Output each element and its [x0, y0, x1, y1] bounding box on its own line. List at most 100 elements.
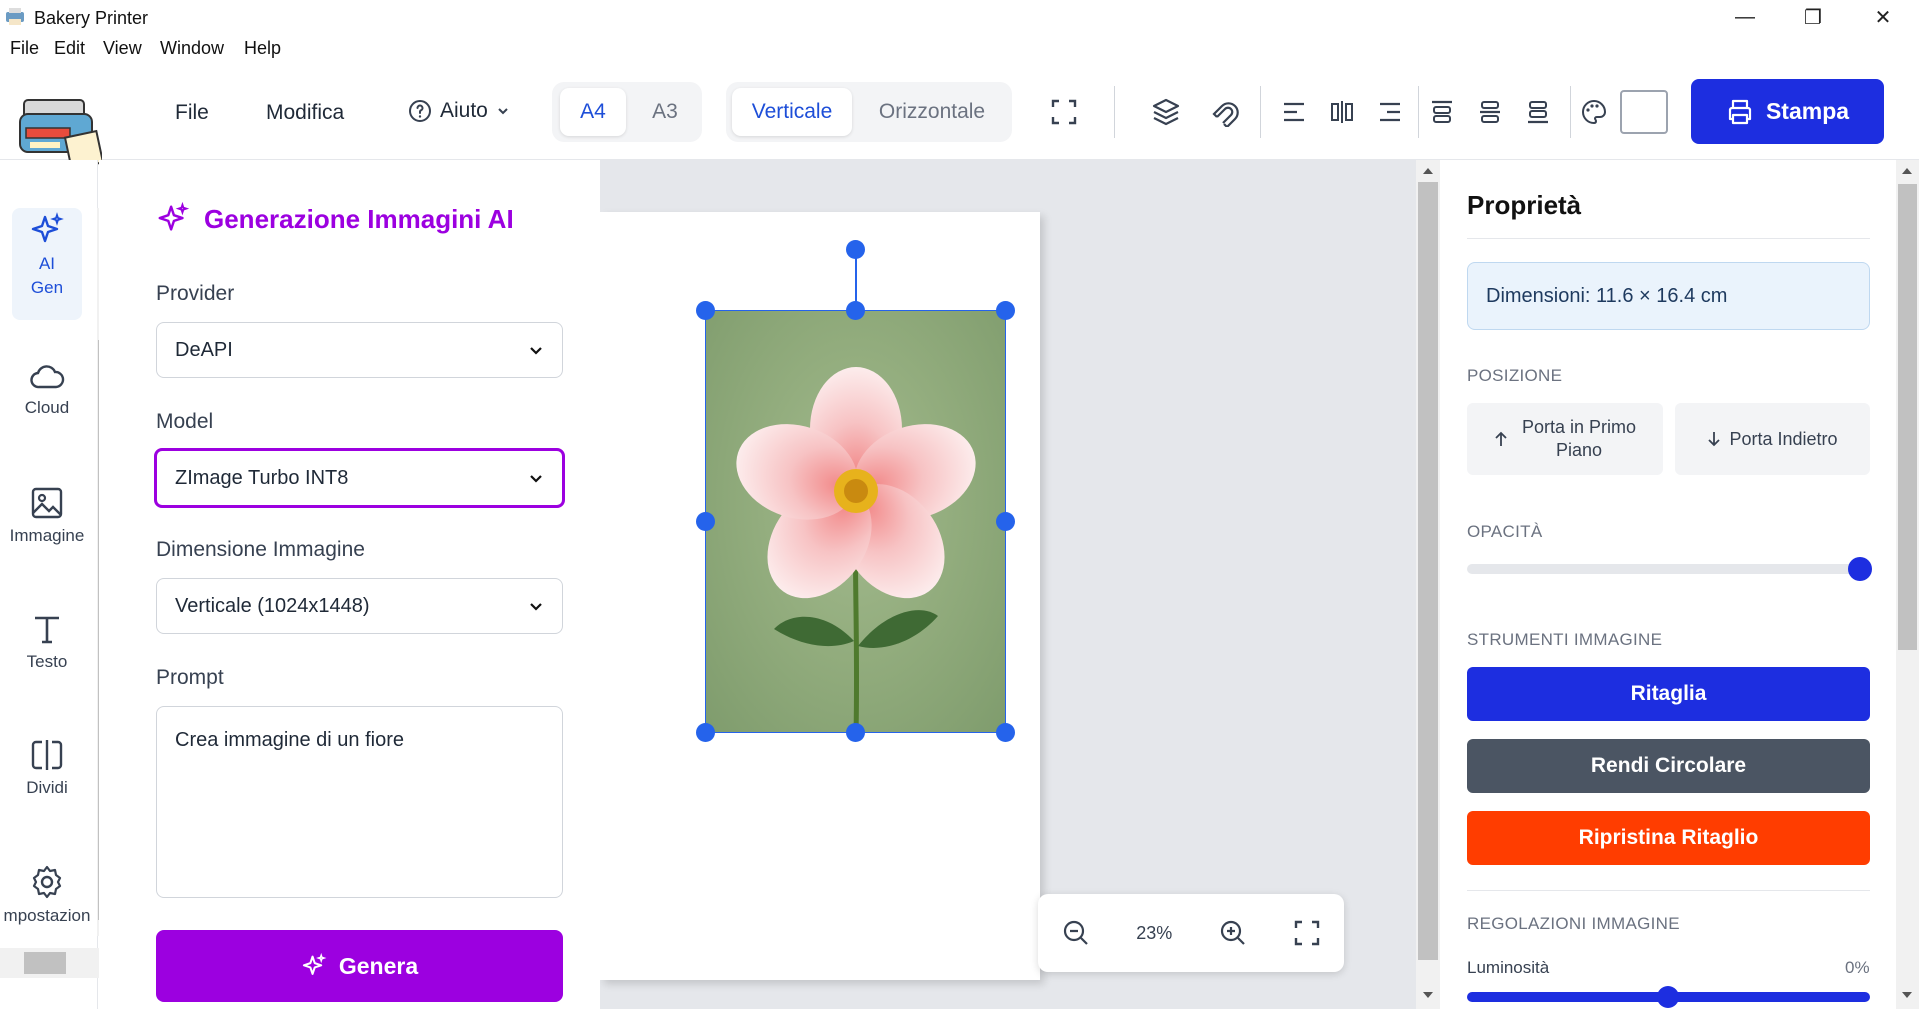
- align-left-icon[interactable]: [1274, 92, 1314, 132]
- fullscreen-icon[interactable]: [1293, 919, 1321, 947]
- flower-illustration: [736, 367, 976, 732]
- rotate-handle[interactable]: [846, 240, 865, 259]
- provider-select[interactable]: DeAPI: [156, 322, 563, 378]
- nav-hscrollbar-thumb[interactable]: [24, 952, 66, 974]
- image-icon: [31, 487, 63, 519]
- menu-window[interactable]: Window: [160, 38, 224, 59]
- properties-scrollbar-thumb[interactable]: [1898, 184, 1917, 650]
- sparkles-icon: [158, 202, 190, 231]
- brightness-slider-thumb[interactable]: [1657, 986, 1679, 1008]
- nav-image[interactable]: Immagine: [0, 486, 94, 546]
- provider-value: DeAPI: [175, 338, 233, 361]
- close-button[interactable]: ✕: [1848, 0, 1918, 34]
- text-icon: [35, 616, 59, 644]
- align-bottom-icon[interactable]: [1518, 92, 1558, 132]
- left-sidebar: AI Gen Cloud Immagine Testo Dividi mpost…: [0, 160, 118, 1009]
- paper-size-toggle: A4 A3: [552, 82, 702, 142]
- split-icon: [31, 740, 63, 770]
- minimize-button[interactable]: —: [1710, 0, 1780, 34]
- layers-icon[interactable]: [1146, 92, 1186, 132]
- palette-icon[interactable]: [1574, 92, 1614, 132]
- toolbar-divider: [1418, 86, 1419, 138]
- nav-cloud[interactable]: Cloud: [0, 362, 94, 418]
- toolbar-divider: [1260, 86, 1261, 138]
- align-top-icon[interactable]: [1422, 92, 1462, 132]
- align-right-icon[interactable]: [1370, 92, 1410, 132]
- scroll-down-arrow-icon[interactable]: [1901, 990, 1913, 1000]
- scroll-down-arrow-icon[interactable]: [1422, 990, 1434, 1000]
- menu-file[interactable]: File: [10, 38, 39, 59]
- align-center-icon[interactable]: [1322, 92, 1362, 132]
- crop-button[interactable]: Ritaglia: [1467, 667, 1870, 721]
- divider: [1467, 890, 1870, 891]
- resize-handle-s[interactable]: [846, 723, 865, 742]
- resize-handle-sw[interactable]: [696, 723, 715, 742]
- paper-a4-button[interactable]: A4: [560, 88, 626, 136]
- properties-panel: Proprietà Dimensioni: 11.6 × 16.4 cm POS…: [1441, 160, 1896, 1009]
- resize-handle-e[interactable]: [996, 512, 1015, 531]
- chevron-down-icon: [530, 475, 542, 483]
- nav-text[interactable]: Testo: [0, 612, 94, 672]
- resize-handle-se[interactable]: [996, 723, 1015, 742]
- zoom-out-icon[interactable]: [1061, 918, 1091, 948]
- align-middle-icon[interactable]: [1470, 92, 1510, 132]
- prompt-textarea[interactable]: Crea immagine di un fiore: [156, 706, 563, 898]
- ai-generation-panel: Generazione Immagini AI Provider DeAPI M…: [99, 160, 600, 1009]
- provider-label: Provider: [156, 282, 235, 305]
- bring-front-button[interactable]: Porta in Primo Piano: [1467, 403, 1663, 475]
- toolbar-modifica[interactable]: Modifica: [266, 101, 344, 125]
- nav-ai-gen[interactable]: AI Gen: [0, 212, 94, 298]
- gear-icon: [32, 865, 62, 899]
- orientation-vertical-button[interactable]: Verticale: [732, 88, 852, 136]
- resize-handle-w[interactable]: [696, 512, 715, 531]
- size-select[interactable]: Verticale (1024x1448): [156, 578, 563, 634]
- generate-button[interactable]: Genera: [156, 930, 563, 1002]
- help-dropdown[interactable]: Aiuto: [408, 99, 510, 123]
- chevron-down-icon: [530, 603, 542, 611]
- help-circle-icon: [409, 100, 431, 122]
- scroll-up-arrow-icon[interactable]: [1422, 166, 1434, 176]
- make-circular-button[interactable]: Rendi Circolare: [1467, 739, 1870, 793]
- opacity-slider-thumb[interactable]: [1848, 557, 1872, 581]
- canvas-scrollbar-thumb[interactable]: [1418, 182, 1438, 960]
- size-label: Dimensione Immagine: [156, 538, 365, 561]
- nav-split[interactable]: Dividi: [0, 738, 94, 798]
- zoom-in-icon[interactable]: [1218, 918, 1248, 948]
- model-select[interactable]: ZImage Turbo INT8: [154, 448, 565, 508]
- nav-image-label: Immagine: [9, 526, 85, 545]
- nav-settings[interactable]: mpostazion: [0, 864, 94, 926]
- arrow-up-icon: [1495, 431, 1507, 446]
- toolbar-file[interactable]: File: [175, 101, 209, 125]
- brightness-value: 0%: [1845, 958, 1870, 977]
- opacity-slider[interactable]: [1467, 564, 1870, 574]
- maximize-button[interactable]: ❐: [1778, 0, 1848, 34]
- nav-ai-gen-label-1: AI: [38, 254, 56, 273]
- image-tools-title: STRUMENTI IMMAGINE: [1467, 630, 1663, 649]
- nav-cloud-label: Cloud: [24, 398, 70, 417]
- menu-help[interactable]: Help: [244, 38, 281, 59]
- menu-edit[interactable]: Edit: [54, 38, 85, 59]
- resize-handle-n[interactable]: [846, 301, 865, 320]
- resize-handle-nw[interactable]: [696, 301, 715, 320]
- flower-image[interactable]: [705, 310, 1006, 733]
- toolbar-divider: [1570, 86, 1571, 138]
- nav-text-label: Testo: [26, 652, 68, 671]
- scroll-up-arrow-icon[interactable]: [1901, 166, 1913, 176]
- print-button[interactable]: Stampa: [1691, 79, 1884, 144]
- menu-view[interactable]: View: [103, 38, 142, 59]
- cloud-icon: [30, 365, 65, 389]
- zoom-controls: 23%: [1038, 894, 1344, 972]
- reset-crop-button[interactable]: Ripristina Ritaglio: [1467, 811, 1870, 865]
- window-title: Bakery Printer: [34, 8, 149, 28]
- orientation-horizontal-button[interactable]: Orizzontale: [858, 88, 1006, 136]
- chevron-down-icon: [498, 108, 508, 115]
- opacity-title: OPACITÀ: [1467, 522, 1543, 541]
- menu-bar: File Edit View Window Help: [0, 34, 1919, 64]
- paper-a3-button[interactable]: A3: [634, 88, 696, 136]
- color-swatch[interactable]: [1620, 90, 1668, 134]
- magnet-icon[interactable]: [1206, 92, 1246, 132]
- send-back-button[interactable]: Porta Indietro: [1675, 403, 1870, 475]
- image-adjust-title: REGOLAZIONI IMMAGINE: [1467, 914, 1680, 933]
- fit-screen-icon[interactable]: [1044, 92, 1084, 132]
- resize-handle-ne[interactable]: [996, 301, 1015, 320]
